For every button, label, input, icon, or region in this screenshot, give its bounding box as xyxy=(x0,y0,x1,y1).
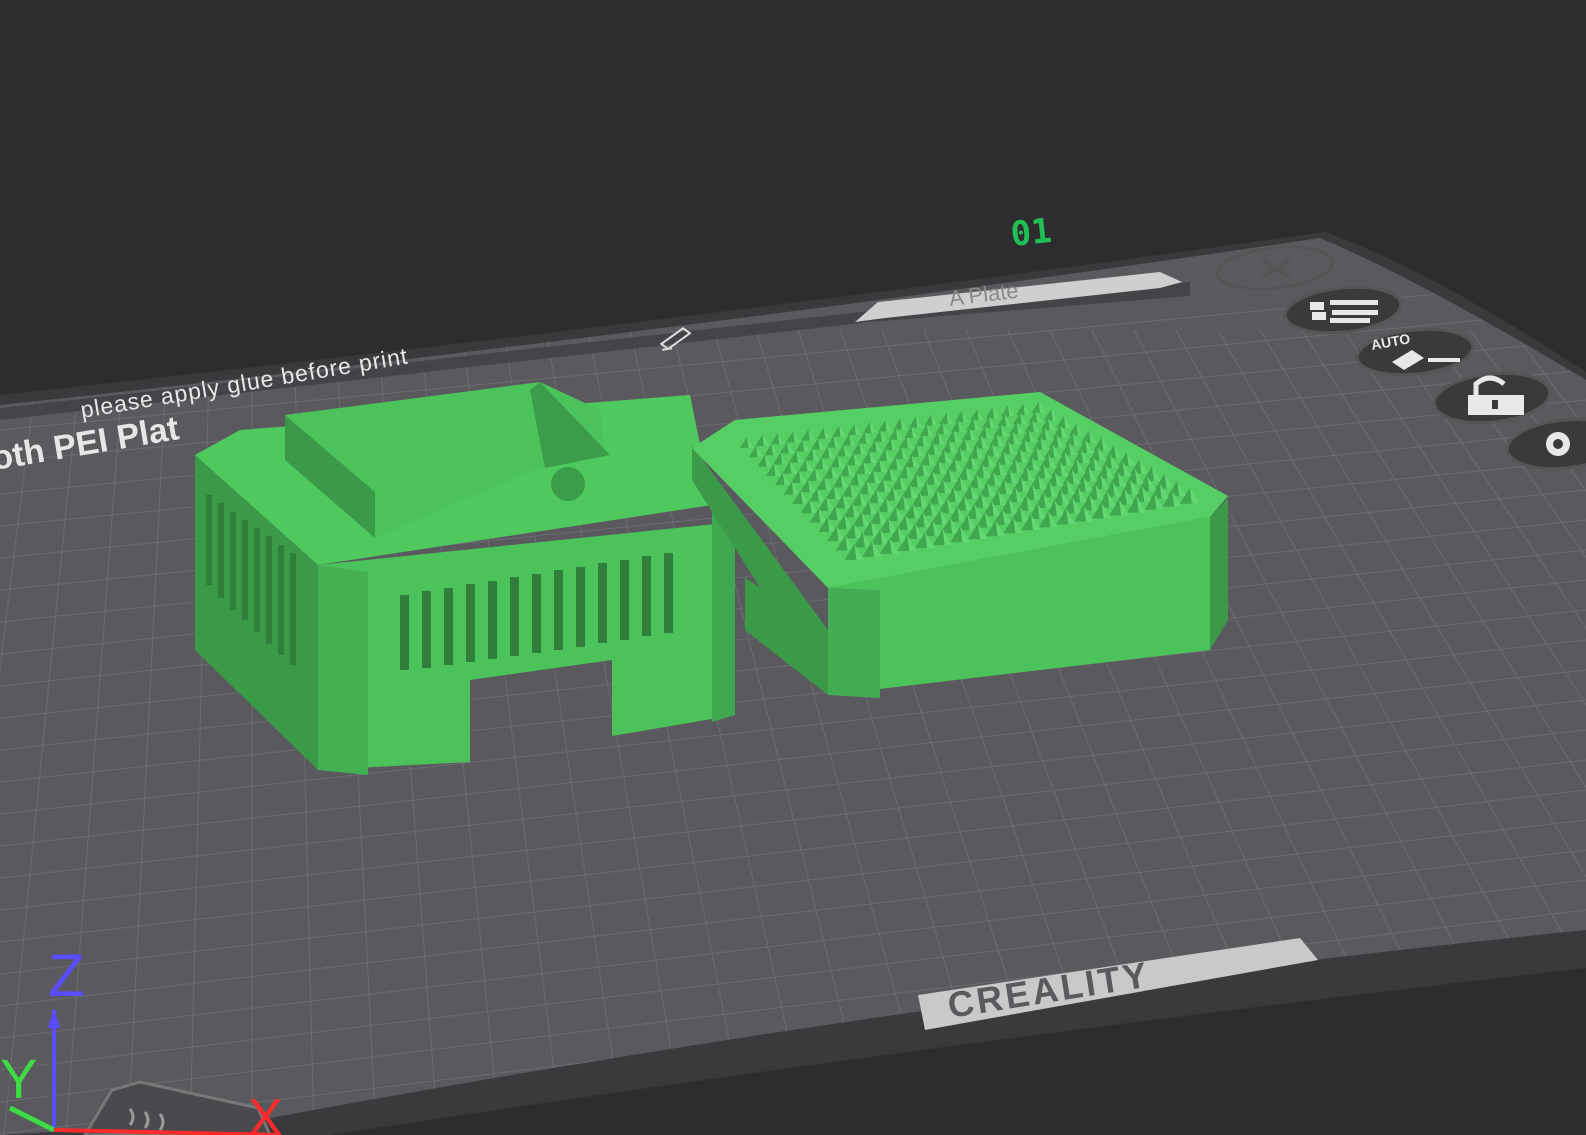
axis-x-label: X xyxy=(248,1089,283,1135)
axis-y-label: Y xyxy=(0,1047,37,1110)
plate-index: 01 xyxy=(1009,211,1054,255)
gear-icon xyxy=(1546,432,1570,456)
3d-viewport[interactable]: A Plate 01 please apply glue before prin… xyxy=(0,0,1586,1135)
axis-z-label: Z xyxy=(48,942,85,1009)
model-enclosure[interactable] xyxy=(195,382,735,775)
